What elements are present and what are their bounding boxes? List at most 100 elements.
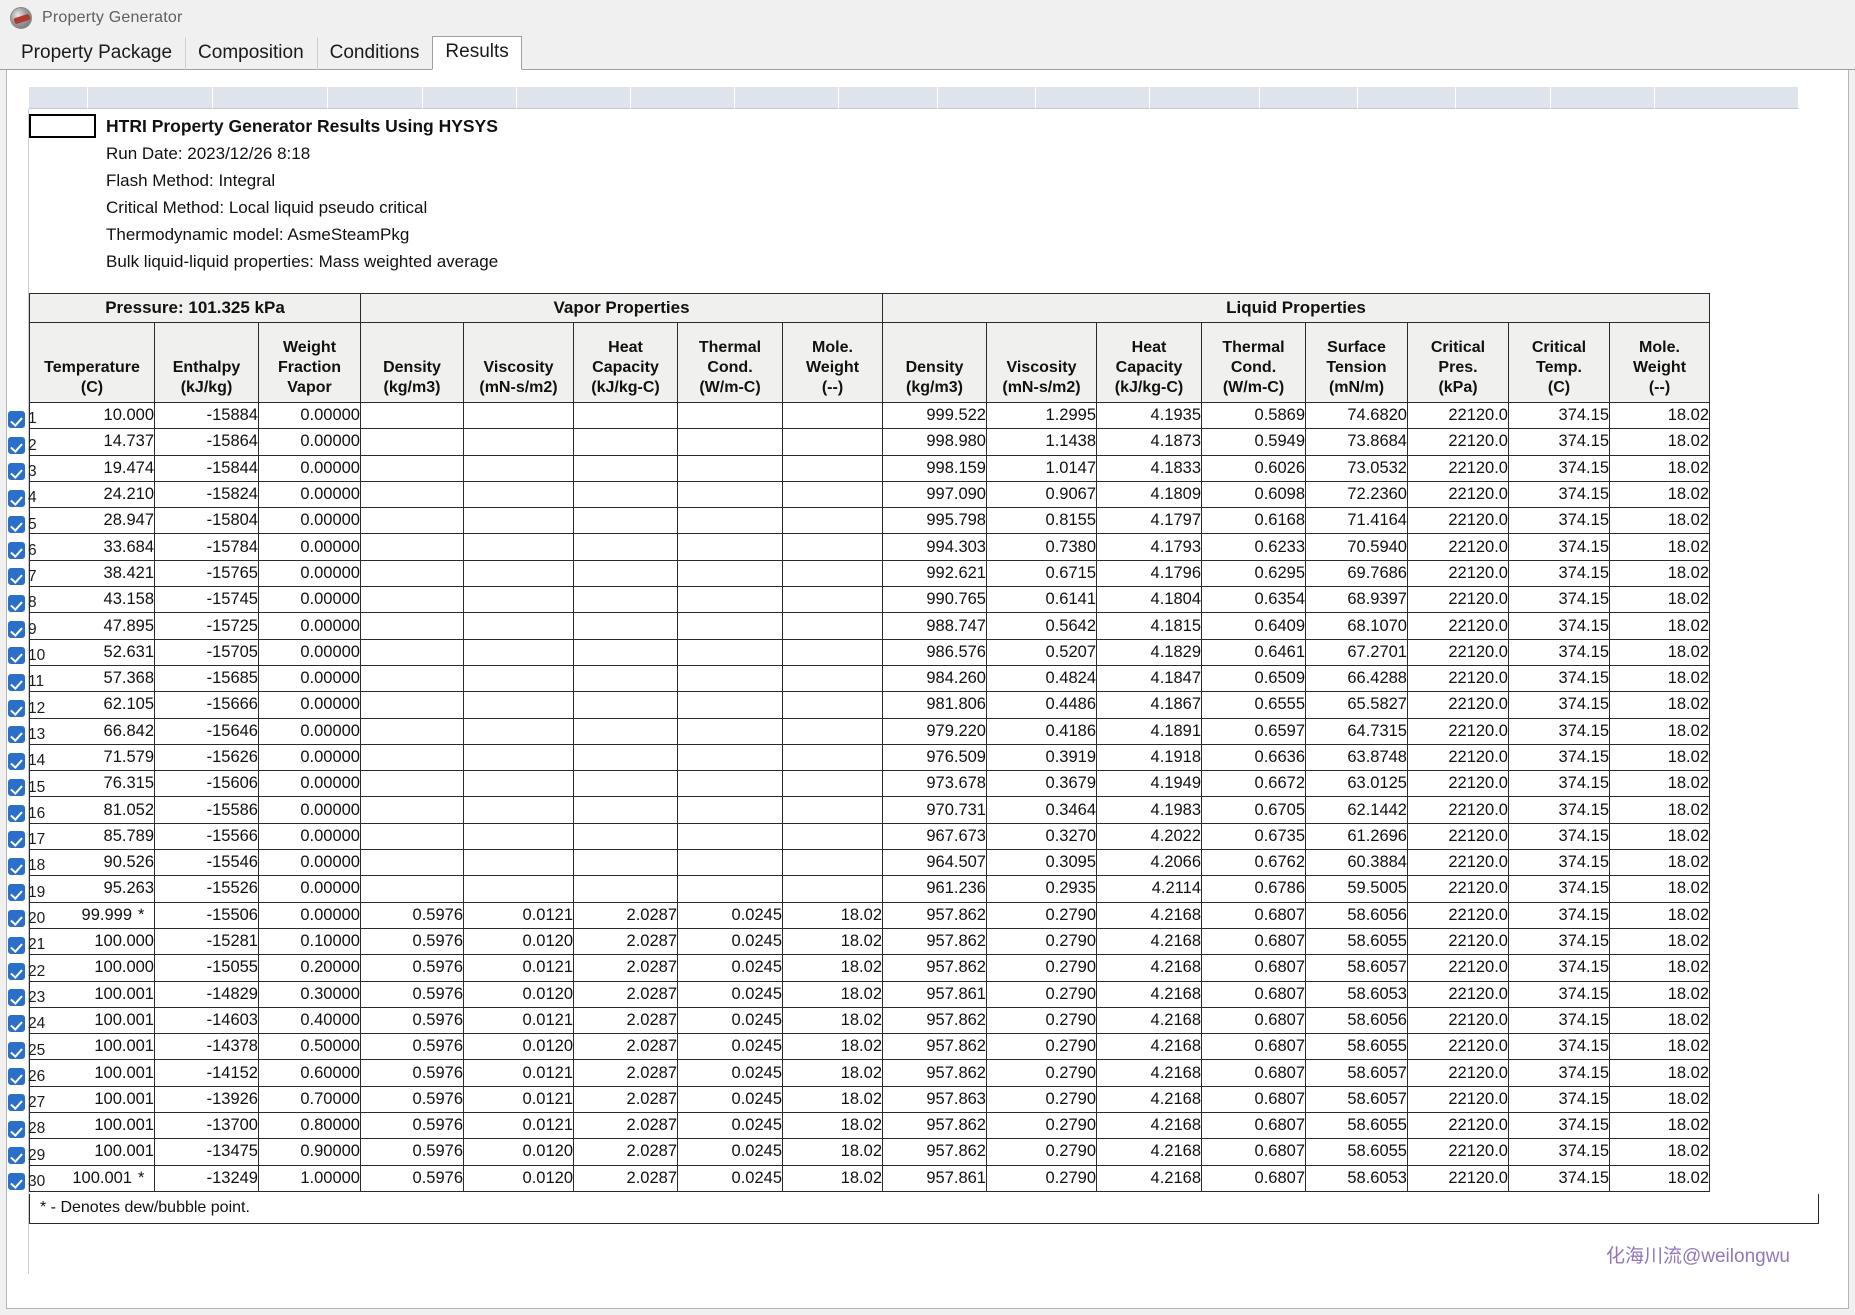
row-checkbox[interactable] — [8, 1173, 25, 1191]
row-checkbox[interactable] — [8, 436, 25, 454]
sheet-colhead-cell[interactable] — [29, 87, 88, 109]
cell-viscosity: 0.0121 — [463, 901, 574, 929]
table-row[interactable]: 47.895 -15725 0.00000 988.747 0.5642 4.1815 0.… — [29, 612, 1710, 640]
row-checkbox[interactable] — [8, 542, 25, 560]
row-checkbox[interactable] — [8, 936, 25, 954]
table-row[interactable]: 66.842 -15646 0.00000 979.220 0.4186 4.1891 0.… — [29, 717, 1710, 745]
row-checkbox[interactable] — [8, 1041, 25, 1059]
row-checkbox[interactable] — [8, 594, 25, 612]
sheet-colhead-cell[interactable] — [1456, 87, 1552, 109]
cell-empty — [677, 428, 783, 456]
table-row[interactable]: 76.315 -15606 0.00000 973.678 0.3679 4.1949 0.… — [29, 770, 1710, 798]
sheet-colhead-cell[interactable] — [937, 87, 1037, 109]
tab-property-package[interactable]: Property Package — [8, 37, 185, 70]
row-checkbox[interactable] — [8, 1120, 25, 1138]
row-checkbox[interactable] — [8, 673, 25, 691]
row-checkbox[interactable] — [8, 1015, 25, 1033]
table-row[interactable]: 62.105 -15666 0.00000 981.806 0.4486 4.1867 0.… — [29, 691, 1710, 719]
table-row[interactable]: 14.737 -15864 0.00000 998.980 1.1438 4.1873 0.… — [29, 428, 1710, 456]
row-checkbox[interactable] — [8, 568, 25, 586]
cell-enthalpy: -14378 — [154, 1033, 259, 1061]
sheet-colhead-cell[interactable] — [735, 87, 840, 109]
table-row[interactable]: 100.000 -15055 0.20000 0.5976 0.0121 2.0287 0.… — [29, 954, 1710, 982]
cell-empty — [463, 822, 574, 851]
row-checkbox[interactable] — [8, 1146, 25, 1164]
sheet-colhead-cell[interactable] — [517, 87, 631, 109]
column-header-name: Cond. — [707, 359, 753, 376]
row-checkbox[interactable] — [8, 463, 25, 481]
table-row[interactable]: 90.526 -15546 0.00000 964.507 0.3095 4.2066 0.… — [29, 849, 1710, 877]
cell-empty — [573, 507, 678, 535]
row-checkbox[interactable] — [8, 989, 25, 1007]
sheet-colhead-cell[interactable] — [422, 87, 518, 109]
column-header-unit: (W/m-C) — [1222, 379, 1285, 396]
row-checkbox[interactable] — [8, 910, 25, 928]
row-gutter: 7 — [7, 564, 53, 590]
cell-mole-weight: 18.02 — [1609, 1033, 1710, 1061]
row-checkbox[interactable] — [8, 805, 25, 823]
table-row[interactable]: 100.001 -13926 0.70000 0.5976 0.0121 2.0287 0.… — [29, 1085, 1710, 1114]
table-row[interactable]: 100.000 -15281 0.10000 0.5976 0.0120 2.0287 0.… — [29, 927, 1710, 956]
table-row[interactable]: 10.000 -15884 0.00000 999.522 1.2995 4.1935 0.… — [29, 401, 1710, 430]
row-checkbox[interactable] — [8, 752, 25, 770]
sheet-colhead-cell[interactable] — [1149, 87, 1260, 109]
cell-weight-fraction: 0.00000 — [258, 822, 361, 851]
sheet-colhead-cell[interactable] — [1036, 87, 1150, 109]
table-row[interactable]: 100.001 -14829 0.30000 0.5976 0.0120 2.0287 0.… — [29, 980, 1710, 1008]
column-header-unit: (mN/m) — [1328, 379, 1385, 396]
row-checkbox[interactable] — [8, 1068, 25, 1086]
row-checkbox[interactable] — [8, 515, 25, 533]
table-row[interactable]: 24.210 -15824 0.00000 997.090 0.9067 4.1809 0.… — [29, 480, 1710, 509]
row-checkbox[interactable] — [8, 962, 25, 980]
row-checkbox[interactable] — [8, 621, 25, 639]
row-checkbox[interactable] — [8, 489, 25, 507]
table-row[interactable]: 71.579 -15626 0.00000 976.509 0.3919 4.1918 0.… — [29, 743, 1710, 772]
table-row[interactable]: 38.421 -15765 0.00000 992.621 0.6715 4.1796 0.… — [29, 559, 1710, 588]
name-box[interactable] — [29, 114, 96, 138]
table-row[interactable]: 43.158 -15745 0.00000 990.765 0.6141 4.1804 0.… — [29, 586, 1710, 614]
table-row[interactable]: 85.789 -15566 0.00000 967.673 0.3270 4.2022 0.… — [29, 822, 1710, 851]
table-row[interactable]: 28.947 -15804 0.00000 995.798 0.8155 4.1797 0.… — [29, 507, 1710, 535]
table-row[interactable]: 100.001 -14152 0.60000 0.5976 0.0121 2.0287 0.… — [29, 1059, 1710, 1087]
sheet-colhead-cell[interactable] — [87, 87, 213, 109]
table-row[interactable]: 100.001 -14378 0.50000 0.5976 0.0120 2.0287 0.… — [29, 1033, 1710, 1061]
table-row[interactable]: 19.474 -15844 0.00000 998.159 1.0147 4.1833 0.… — [29, 454, 1710, 482]
table-row[interactable]: 57.368 -15685 0.00000 984.260 0.4824 4.1847 0.… — [29, 664, 1710, 693]
table-row[interactable]: 100.001 -13475 0.90000 0.5976 0.0120 2.0287 0.… — [29, 1138, 1710, 1166]
row-checkbox[interactable] — [8, 410, 25, 428]
row-checkbox[interactable] — [8, 726, 25, 744]
tab-conditions[interactable]: Conditions — [316, 37, 433, 70]
table-row[interactable]: 81.052 -15586 0.00000 970.731 0.3464 4.1983 0.… — [29, 796, 1710, 824]
sheet-colhead-cell[interactable] — [631, 87, 736, 109]
row-checkbox[interactable] — [8, 699, 25, 717]
tab-results[interactable]: Results — [432, 36, 522, 70]
table-row[interactable]: 95.263 -15526 0.00000 961.236 0.2935 4.2114 0.… — [29, 875, 1710, 903]
sheet-colhead-cell[interactable] — [1551, 87, 1656, 109]
row-checkbox[interactable] — [8, 831, 25, 849]
row-number: 9 — [28, 620, 37, 638]
table-row[interactable]: 100.001 -14603 0.40000 0.5976 0.0121 2.0287 0.… — [29, 1006, 1710, 1035]
table-row[interactable]: 33.684 -15784 0.00000 994.303 0.7380 4.1793 0.… — [29, 533, 1710, 561]
table-row[interactable]: 100.001 -13700 0.80000 0.5976 0.0121 2.0287 0.… — [29, 1112, 1710, 1140]
tab-composition[interactable]: Composition — [185, 37, 317, 70]
sheet-colhead-cell[interactable] — [1259, 87, 1358, 109]
table-row[interactable]: 52.631 -15705 0.00000 986.576 0.5207 4.1829 0.… — [29, 638, 1710, 666]
sheet-colhead-cell[interactable] — [212, 87, 329, 109]
sheet-colhead-cell[interactable] — [1357, 87, 1457, 109]
cell-critical-temp-: 374.15 — [1508, 401, 1610, 430]
column-header-name: Density — [383, 359, 441, 376]
cell-mole-weight: 18.02 — [1609, 717, 1710, 745]
table-row[interactable]: 100.001 * -13249 1.00000 0.5976 0.0120 2.0287 0… — [29, 1164, 1710, 1192]
sheet-colhead-cell[interactable] — [1655, 87, 1799, 109]
row-checkbox[interactable] — [8, 647, 25, 665]
cell-mole-weight: 18.02 — [782, 901, 883, 929]
cell-empty — [677, 586, 783, 614]
sheet-colhead-cell[interactable] — [839, 87, 938, 109]
sheet-colhead-cell[interactable] — [328, 87, 423, 109]
row-checkbox[interactable] — [8, 883, 25, 901]
cell-weight-fraction: 0.60000 — [258, 1059, 361, 1087]
row-checkbox[interactable] — [8, 857, 25, 875]
row-checkbox[interactable] — [8, 1094, 25, 1112]
row-checkbox[interactable] — [8, 778, 25, 796]
table-row[interactable]: 99.999 * -15506 0.00000 0.5976 0.0121 2.0287 0.… — [29, 901, 1710, 929]
